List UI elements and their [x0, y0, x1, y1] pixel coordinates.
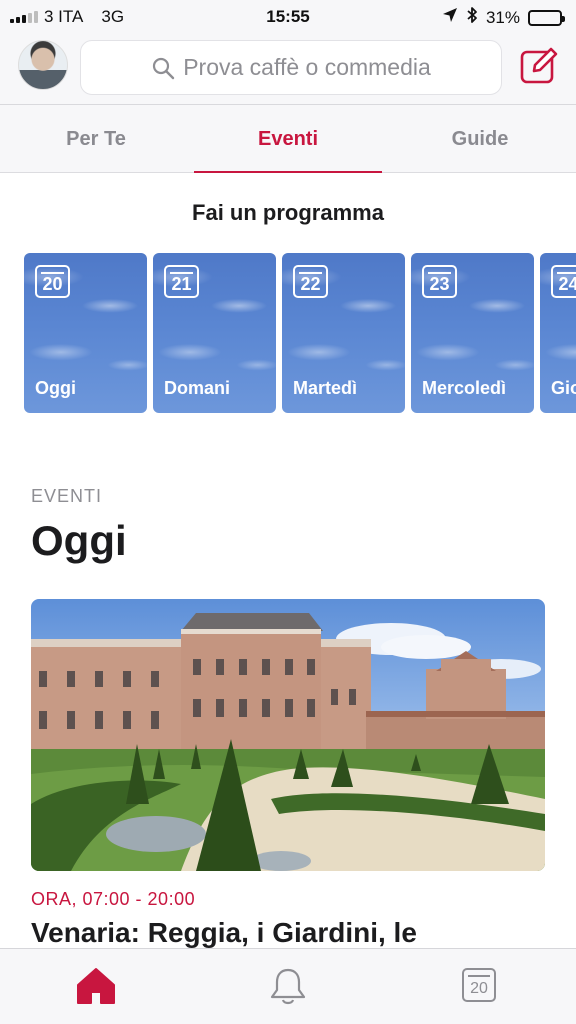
- calendar-icon: 22: [293, 265, 328, 298]
- section-kicker: EVENTI: [31, 486, 103, 506]
- day-label: Oggi: [35, 378, 76, 398]
- battery-icon: [528, 9, 565, 26]
- day-number: 22: [300, 274, 321, 294]
- calendar-day-number: 20: [470, 980, 488, 997]
- calendar-icon: 20: [35, 265, 70, 298]
- event-time: ORA, 07:00 - 20:00: [31, 889, 196, 909]
- tab-per-te[interactable]: Per Te: [0, 105, 192, 173]
- day-number: 20: [42, 274, 63, 294]
- search-input[interactable]: Prova caffè o commedia: [80, 40, 502, 95]
- tab-eventi[interactable]: Eventi: [192, 105, 384, 174]
- status-bar: 3 ITA 3G 15:55 31%: [0, 0, 576, 34]
- bell-icon[interactable]: [266, 965, 310, 1009]
- segment-tabs: Per Te Eventi Guide: [0, 105, 576, 174]
- compose-icon[interactable]: [518, 45, 560, 87]
- event-image[interactable]: [31, 599, 545, 871]
- day-card-martedi[interactable]: 22 Martedì: [282, 253, 405, 413]
- calendar-frame: 20: [462, 968, 496, 1002]
- day-label: Mercoledì: [422, 378, 507, 398]
- status-right: 31%: [442, 6, 565, 29]
- calendar-icon: 23: [422, 265, 457, 298]
- day-card-giovedi[interactable]: 24 Gio: [540, 253, 576, 413]
- bluetooth-icon: [466, 6, 478, 29]
- calendar-icon: 24: [551, 265, 576, 298]
- section-title: Oggi: [31, 517, 127, 564]
- avatar[interactable]: [18, 40, 68, 90]
- day-label: Martedì: [293, 378, 358, 398]
- bottom-tab-bar: 20: [0, 948, 576, 1024]
- day-card-oggi[interactable]: 20 Oggi: [24, 253, 147, 413]
- calendar-icon: 21: [164, 265, 199, 298]
- day-card-domani[interactable]: 21 Domani: [153, 253, 276, 413]
- day-label: Domani: [164, 378, 231, 398]
- day-number: 23: [429, 274, 450, 294]
- top-bar: Prova caffè o commedia: [0, 34, 576, 104]
- calendar-icon[interactable]: 20: [458, 965, 502, 1009]
- main-content[interactable]: Fai un programma 20 Oggi 21 Domani 22 Ma…: [0, 173, 576, 948]
- location-arrow-icon: [442, 7, 458, 28]
- event-title[interactable]: Venaria: Reggia, i Giardini, le: [31, 917, 417, 948]
- tab-guide[interactable]: Guide: [384, 105, 576, 173]
- battery-percent: 31%: [485, 7, 520, 27]
- day-label: Gio: [551, 378, 576, 398]
- day-carousel[interactable]: 20 Oggi 21 Domani 22 Martedì 23 Mercoled…: [24, 253, 576, 413]
- day-number: 24: [558, 274, 576, 294]
- search-placeholder: Prova caffè o commedia: [183, 54, 431, 80]
- search-icon: [151, 56, 175, 80]
- programma-title: Fai un programma: [192, 200, 384, 225]
- day-number: 21: [171, 274, 192, 294]
- home-icon[interactable]: [74, 965, 118, 1009]
- day-card-mercoledi[interactable]: 23 Mercoledì: [411, 253, 534, 413]
